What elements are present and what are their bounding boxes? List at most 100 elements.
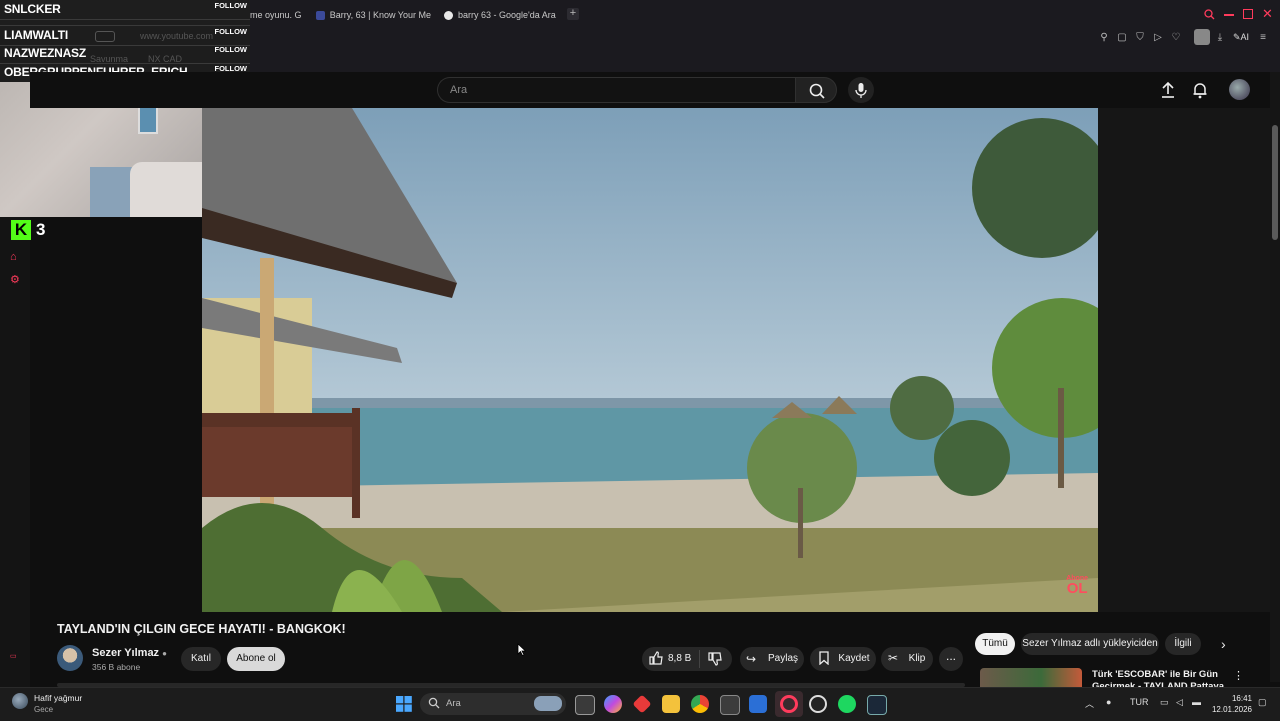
voice-search-button[interactable] — [848, 77, 874, 103]
chevron-right-icon[interactable]: › — [1221, 636, 1226, 652]
chrome-icon[interactable] — [691, 695, 709, 713]
chair — [90, 167, 132, 217]
account-avatar[interactable] — [1229, 79, 1250, 100]
follow-label: FOLLOW — [214, 27, 248, 36]
profile-avatar[interactable] — [1194, 29, 1210, 45]
search-input[interactable]: Ara — [437, 77, 795, 103]
dislike-button[interactable] — [707, 651, 723, 667]
restore-icon[interactable] — [1243, 9, 1253, 19]
chat-username: NAZWEZNASZ — [4, 46, 86, 60]
follow-label: FOLLOW — [214, 45, 248, 54]
more-actions-button[interactable]: ... — [939, 647, 963, 671]
tab-1-label: me oyunu. Gi — [250, 10, 302, 20]
google-favicon-icon — [444, 10, 453, 20]
watermark-bottom: OL — [1066, 580, 1088, 597]
opera-icon[interactable] — [809, 695, 827, 713]
rail-bottom-icon[interactable]: ▭ — [10, 652, 17, 660]
minimize-icon[interactable] — [1224, 14, 1234, 16]
chat-row: SNLCKER FOLLOW — [0, 0, 250, 20]
weather-icon[interactable] — [12, 693, 28, 709]
volume-icon[interactable]: ◁ — [1176, 697, 1183, 708]
store-icon[interactable] — [720, 695, 740, 715]
spotify-icon[interactable] — [838, 695, 856, 713]
weather-time-of-day: Gece — [34, 705, 54, 714]
like-divider — [699, 650, 700, 668]
clock-date[interactable]: 12.01.2026 — [1208, 705, 1252, 714]
search-button[interactable] — [795, 77, 837, 103]
weather-condition: Hafif yağmur — [34, 693, 83, 703]
settings-icon[interactable]: ⚙ — [10, 273, 20, 286]
task-view-icon[interactable] — [575, 695, 595, 715]
channel-avatar[interactable] — [57, 645, 83, 671]
heart-icon[interactable]: ♡ — [1170, 32, 1182, 44]
related-title-line1[interactable]: Türk 'ESCOBAR' ile Bir Gün — [1092, 669, 1218, 680]
new-tab-button[interactable]: + — [567, 8, 579, 20]
home-icon[interactable]: ⌂ — [10, 251, 17, 263]
play-icon[interactable]: ▷ — [1152, 32, 1164, 44]
side-panel — [1098, 108, 1270, 612]
subscribe-button[interactable]: Abone ol — [227, 647, 285, 671]
kick-logo-icon: K — [11, 220, 31, 240]
snapshot-icon[interactable]: ▢ — [1116, 32, 1128, 44]
bookmark-icon — [818, 651, 830, 665]
taskbar-search-icon — [428, 697, 440, 709]
browser-tab-3[interactable]: barry 63 - Google'da Ara — [444, 6, 559, 24]
search-tabs-icon[interactable] — [1204, 9, 1215, 20]
chat-username: LIAMWALTI — [4, 28, 68, 42]
browser-tab-2[interactable]: Barry, 63 | Know Your Me — [316, 6, 431, 24]
related-thumbnail[interactable] — [980, 668, 1082, 687]
search-icon — [809, 83, 825, 99]
chat-row: NAZWEZNASZ FOLLOW — [0, 44, 250, 64]
download-icon[interactable]: ⤓ — [1214, 32, 1226, 44]
save-label: Kaydet — [838, 653, 870, 664]
subscriber-count: 356 B abone — [92, 662, 141, 672]
network-icon[interactable]: ▭ — [1160, 697, 1169, 708]
file-explorer-icon[interactable] — [662, 695, 680, 713]
follow-label: FOLLOW — [214, 1, 248, 10]
video-title: TAYLAND'IN ÇILGIN GECE HAYATI! - BANGKOK… — [57, 622, 346, 636]
upload-icon[interactable] — [1160, 81, 1176, 99]
windows-start-icon[interactable] — [396, 696, 412, 712]
browser-tab-1[interactable]: me oyunu. Gi — [250, 6, 302, 24]
copilot-icon[interactable] — [604, 695, 622, 713]
chat-row: LIAMWALTI FOLLOW — [0, 25, 250, 46]
verified-icon: ● — [162, 649, 167, 658]
scissors-icon: ✂ — [888, 651, 899, 665]
mic-icon — [855, 83, 867, 98]
mail-icon[interactable] — [749, 695, 767, 713]
clip-label: Klip — [908, 653, 926, 664]
join-button[interactable]: Katıl — [181, 647, 221, 671]
subscribe-watermark[interactable]: Abone OL — [1066, 575, 1088, 596]
battery-icon[interactable]: ▬ — [1192, 697, 1201, 707]
clock-time[interactable]: 16:41 — [1212, 694, 1252, 703]
kym-favicon-icon — [316, 10, 325, 20]
microphone-tray-icon[interactable]: ● — [1106, 697, 1111, 707]
search-placeholder: Ara — [450, 84, 468, 96]
share-icon: ↪ — [746, 652, 757, 666]
chip-related[interactable]: İlgili — [1165, 633, 1201, 655]
chip-uploader[interactable]: Sezer Yılmaz adlı yükleyiciden — [1021, 633, 1159, 655]
ai-label: AI — [1240, 32, 1250, 42]
steam-icon[interactable] — [867, 695, 887, 715]
input-language[interactable]: TUR — [1130, 697, 1149, 707]
like-button[interactable] — [648, 650, 664, 666]
tray-chevron-icon[interactable]: ︿ — [1085, 697, 1094, 710]
thumbs-down-icon — [708, 652, 722, 666]
video-frame — [202, 108, 1098, 612]
notification-center-icon[interactable]: ▢ — [1258, 697, 1267, 708]
tab-3-label: barry 63 - Google'da Ara — [458, 10, 556, 20]
chip-all[interactable]: Tümü — [975, 633, 1015, 655]
kick-count: 3 — [36, 220, 46, 239]
notifications-icon[interactable] — [1192, 81, 1208, 99]
related-more-icon[interactable]: ⋮ — [1233, 669, 1244, 682]
ai-button[interactable]: ✎AI — [1233, 32, 1249, 43]
shield-icon[interactable]: ⛉ — [1134, 32, 1146, 44]
menu-icon[interactable]: ≡ — [1257, 32, 1269, 44]
close-icon[interactable]: ✕ — [1262, 7, 1273, 20]
pin-icon[interactable]: ⚲ — [1098, 32, 1110, 44]
search-highlight-icon — [534, 696, 562, 711]
opera-gx-icon[interactable] — [780, 695, 798, 713]
channel-name[interactable]: Sezer Yılmaz ● — [92, 647, 167, 659]
scrollbar-thumb[interactable] — [1272, 125, 1278, 240]
video-player[interactable]: Abone OL — [202, 108, 1098, 612]
